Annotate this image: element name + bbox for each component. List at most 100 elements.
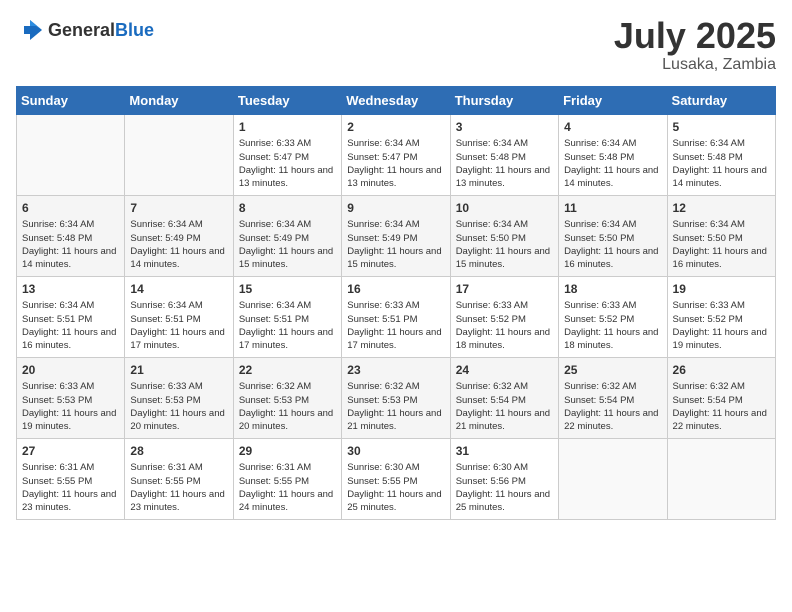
day-number: 15 <box>239 281 336 298</box>
daylight: Daylight: 11 hours and 16 minutes. <box>564 246 658 270</box>
daylight: Daylight: 11 hours and 21 minutes. <box>456 408 550 432</box>
cell-content: 2Sunrise: 6:34 AMSunset: 5:47 PMDaylight… <box>347 119 444 190</box>
calendar-cell: 4Sunrise: 6:34 AMSunset: 5:48 PMDaylight… <box>559 114 667 195</box>
sunset: Sunset: 5:52 PM <box>564 314 634 325</box>
sunset: Sunset: 5:55 PM <box>239 476 309 487</box>
sunrise: Sunrise: 6:32 AM <box>564 381 636 392</box>
sunrise: Sunrise: 6:34 AM <box>239 219 311 230</box>
daylight: Daylight: 11 hours and 19 minutes. <box>22 408 116 432</box>
sunrise: Sunrise: 6:33 AM <box>564 300 636 311</box>
cell-content: 19Sunrise: 6:33 AMSunset: 5:52 PMDayligh… <box>673 281 770 352</box>
weekday-header-sunday: Sunday <box>17 86 125 114</box>
daylight: Daylight: 11 hours and 17 minutes. <box>347 327 441 351</box>
calendar-cell: 13Sunrise: 6:34 AMSunset: 5:51 PMDayligh… <box>17 276 125 357</box>
calendar-week-3: 13 Sunrise: 6:34 AM Sunset: 5:51 PM Dayligh… <box>17 276 776 357</box>
sunrise: Sunrise: 6:33 AM <box>239 138 311 149</box>
sunrise: Sunrise: 6:34 AM <box>22 219 94 230</box>
cell-content: 30Sunrise: 6:30 AMSunset: 5:55 PMDayligh… <box>347 443 444 514</box>
sunset: Sunset: 5:47 PM <box>239 152 309 163</box>
cell-content: 10Sunrise: 6:34 AMSunset: 5:50 PMDayligh… <box>456 200 553 271</box>
sunset: Sunset: 5:56 PM <box>456 476 526 487</box>
daylight: Daylight: 11 hours and 17 minutes. <box>239 327 333 351</box>
cell-content: 16Sunrise: 6:33 AMSunset: 5:51 PMDayligh… <box>347 281 444 352</box>
sunrise: Sunrise: 6:31 AM <box>22 462 94 473</box>
cell-content: 21Sunrise: 6:33 AMSunset: 5:53 PMDayligh… <box>130 362 227 433</box>
sunset: Sunset: 5:54 PM <box>456 395 526 406</box>
daylight: Daylight: 11 hours and 13 minutes. <box>347 165 441 189</box>
sunrise: Sunrise: 6:34 AM <box>22 300 94 311</box>
daylight: Daylight: 11 hours and 25 minutes. <box>347 489 441 513</box>
sunrise: Sunrise: 6:34 AM <box>347 219 419 230</box>
daylight: Daylight: 11 hours and 14 minutes. <box>130 246 224 270</box>
sunset: Sunset: 5:51 PM <box>347 314 417 325</box>
sunrise: Sunrise: 6:31 AM <box>239 462 311 473</box>
cell-content: 29Sunrise: 6:31 AMSunset: 5:55 PMDayligh… <box>239 443 336 514</box>
daylight: Daylight: 11 hours and 15 minutes. <box>347 246 441 270</box>
cell-content: 6Sunrise: 6:34 AMSunset: 5:48 PMDaylight… <box>22 200 119 271</box>
day-number: 12 <box>673 200 770 217</box>
day-number: 13 <box>22 281 119 298</box>
cell-content: 5Sunrise: 6:34 AMSunset: 5:48 PMDaylight… <box>673 119 770 190</box>
sunset: Sunset: 5:50 PM <box>456 233 526 244</box>
sunset: Sunset: 5:49 PM <box>239 233 309 244</box>
calendar-cell <box>559 438 667 519</box>
calendar-cell: 24Sunrise: 6:32 AMSunset: 5:54 PMDayligh… <box>450 357 558 438</box>
day-number: 17 <box>456 281 553 298</box>
sunset: Sunset: 5:50 PM <box>673 233 743 244</box>
daylight: Daylight: 11 hours and 14 minutes. <box>22 246 116 270</box>
daylight: Daylight: 11 hours and 23 minutes. <box>130 489 224 513</box>
sunrise: Sunrise: 6:34 AM <box>130 219 202 230</box>
day-number: 19 <box>673 281 770 298</box>
day-number: 29 <box>239 443 336 460</box>
sunrise: Sunrise: 6:33 AM <box>456 300 528 311</box>
cell-content: 31Sunrise: 6:30 AMSunset: 5:56 PMDayligh… <box>456 443 553 514</box>
calendar-cell: 15Sunrise: 6:34 AMSunset: 5:51 PMDayligh… <box>233 276 341 357</box>
sunset: Sunset: 5:50 PM <box>564 233 634 244</box>
calendar-cell <box>667 438 775 519</box>
calendar-cell: 22 Sunrise: 6:32 AM Sunset: 5:53 PM Dayligh… <box>233 357 341 438</box>
daylight: Daylight: 11 hours and 14 minutes. <box>673 165 767 189</box>
day-number: 22 <box>239 362 336 379</box>
calendar-cell: 12Sunrise: 6:34 AMSunset: 5:50 PMDayligh… <box>667 195 775 276</box>
sunrise: Sunrise: 6:34 AM <box>564 219 636 230</box>
daylight: Daylight: 11 hours and 25 minutes. <box>456 489 550 513</box>
calendar-cell: 31Sunrise: 6:30 AMSunset: 5:56 PMDayligh… <box>450 438 558 519</box>
calendar-week-1: 1Sunrise: 6:33 AMSunset: 5:47 PMDaylight… <box>17 114 776 195</box>
weekday-header-wednesday: Wednesday <box>342 86 450 114</box>
sunset: Sunset: 5:48 PM <box>564 152 634 163</box>
day-number: 24 <box>456 362 553 379</box>
sunrise: Sunrise: 6:33 AM <box>673 300 745 311</box>
cell-content: 28Sunrise: 6:31 AMSunset: 5:55 PMDayligh… <box>130 443 227 514</box>
calendar-cell: 6Sunrise: 6:34 AMSunset: 5:48 PMDaylight… <box>17 195 125 276</box>
daylight: Daylight: 11 hours and 13 minutes. <box>456 165 550 189</box>
calendar-cell: 7Sunrise: 6:34 AMSunset: 5:49 PMDaylight… <box>125 195 233 276</box>
weekday-header-tuesday: Tuesday <box>233 86 341 114</box>
calendar-cell: 16Sunrise: 6:33 AMSunset: 5:51 PMDayligh… <box>342 276 450 357</box>
daylight: Daylight: 11 hours and 18 minutes. <box>564 327 658 351</box>
sunset: Sunset: 5:48 PM <box>673 152 743 163</box>
cell-content: 22 Sunrise: 6:32 AM Sunset: 5:53 PM Dayligh… <box>239 362 336 433</box>
cell-content: 25Sunrise: 6:32 AMSunset: 5:54 PMDayligh… <box>564 362 661 433</box>
daylight: Daylight: 11 hours and 20 minutes. <box>130 408 224 432</box>
day-number: 7 <box>130 200 227 217</box>
sunset: Sunset: 5:53 PM <box>239 395 309 406</box>
calendar-cell: 25Sunrise: 6:32 AMSunset: 5:54 PMDayligh… <box>559 357 667 438</box>
day-number: 23 <box>347 362 444 379</box>
calendar-cell: 26Sunrise: 6:32 AMSunset: 5:54 PMDayligh… <box>667 357 775 438</box>
day-number: 6 <box>22 200 119 217</box>
day-number: 9 <box>347 200 444 217</box>
daylight: Daylight: 11 hours and 21 minutes. <box>347 408 441 432</box>
calendar-cell: 27Sunrise: 6:31 AMSunset: 5:55 PMDayligh… <box>17 438 125 519</box>
sunrise: Sunrise: 6:30 AM <box>347 462 419 473</box>
calendar-cell: 23Sunrise: 6:32 AMSunset: 5:53 PMDayligh… <box>342 357 450 438</box>
sunset: Sunset: 5:52 PM <box>673 314 743 325</box>
sunrise: Sunrise: 6:32 AM <box>239 381 311 392</box>
daylight: Daylight: 11 hours and 20 minutes. <box>239 408 333 432</box>
day-number: 25 <box>564 362 661 379</box>
day-number: 20 <box>22 362 119 379</box>
sunset: Sunset: 5:49 PM <box>347 233 417 244</box>
day-number: 14 <box>130 281 227 298</box>
sunrise: Sunrise: 6:33 AM <box>22 381 94 392</box>
sunset: Sunset: 5:55 PM <box>22 476 92 487</box>
sunrise: Sunrise: 6:34 AM <box>130 300 202 311</box>
